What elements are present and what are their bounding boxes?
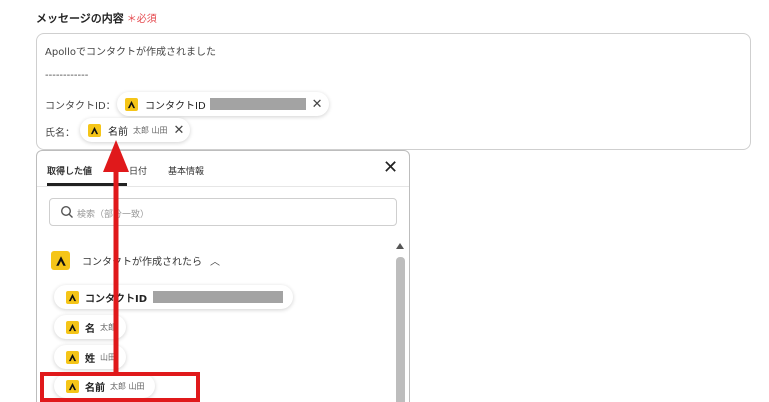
close-icon[interactable]: ✕ [174, 124, 185, 137]
search-icon [60, 205, 73, 218]
apollo-icon [51, 251, 70, 270]
search-placeholder: 検索（部分一致） [77, 210, 150, 220]
section-label: コンタクトが作成されたら [82, 257, 202, 268]
redacted-value [153, 291, 284, 303]
message-line-1: Apolloでコンタクトが作成されました [45, 47, 216, 58]
apollo-icon [125, 97, 138, 111]
chip-label: 名前 [108, 126, 128, 138]
contact-id-variable-chip[interactable]: コンタクトID ✕ [117, 92, 329, 116]
search-input[interactable]: 検索（部分一致） [49, 198, 397, 226]
contact-id-prefix: コンタクトID： [45, 101, 116, 112]
annotation-highlight-box [40, 372, 200, 402]
tab-acquired-values[interactable]: 取得した値 [47, 164, 92, 177]
apollo-icon [66, 290, 79, 304]
chevron-up-icon[interactable]: ︿ [210, 253, 220, 268]
tab-date[interactable]: 日付 [129, 164, 147, 177]
chip-sample-value: 太郎 山田 [133, 125, 168, 135]
close-icon[interactable]: ✕ [312, 98, 323, 111]
message-textarea[interactable]: Apolloでコンタクトが作成されました ------------ コンタクトI… [36, 33, 751, 150]
tab-basic-info[interactable]: 基本情報 [168, 164, 204, 177]
section-header-contact-created[interactable]: コンタクトが作成されたら ︿ [51, 251, 220, 270]
list-item-last-name[interactable]: 姓 山田 [54, 345, 126, 369]
variable-picker-panel: 取得した値 日付 基本情報 ✕ 検索（部分一致） コンタクトが作成されたら ︿ … [36, 150, 410, 402]
scroll-up-arrow-icon[interactable] [396, 243, 404, 249]
required-mark: ＊必須 [126, 14, 157, 25]
item-sample-value: 山田 [100, 352, 116, 362]
item-label: コンタクトID [85, 293, 148, 305]
field-label: メッセージの内容 ＊必須 [36, 10, 157, 26]
item-label: 名 [85, 323, 95, 335]
name-variable-chip[interactable]: 名前 太郎 山田 ✕ [80, 118, 191, 142]
apollo-icon [88, 123, 101, 137]
field-label-text: メッセージの内容 [36, 12, 124, 25]
list-item-first-name[interactable]: 名 太郎 [54, 315, 126, 339]
item-label: 姓 [85, 353, 95, 365]
chip-label: コンタクトID [145, 100, 206, 112]
scrollbar[interactable] [395, 243, 405, 402]
close-icon[interactable]: ✕ [383, 157, 398, 178]
name-prefix: 氏名： [45, 128, 75, 139]
active-tab-indicator [47, 183, 127, 186]
tab-bar: 取得した値 日付 基本情報 ✕ [37, 151, 409, 187]
list-item-contact-id[interactable]: コンタクトID [54, 285, 294, 309]
scroll-thumb[interactable] [396, 257, 405, 402]
message-separator: ------------ [45, 70, 89, 81]
item-sample-value: 太郎 [100, 322, 116, 332]
apollo-icon [66, 320, 79, 334]
redacted-value [209, 98, 306, 110]
apollo-icon [66, 350, 79, 364]
